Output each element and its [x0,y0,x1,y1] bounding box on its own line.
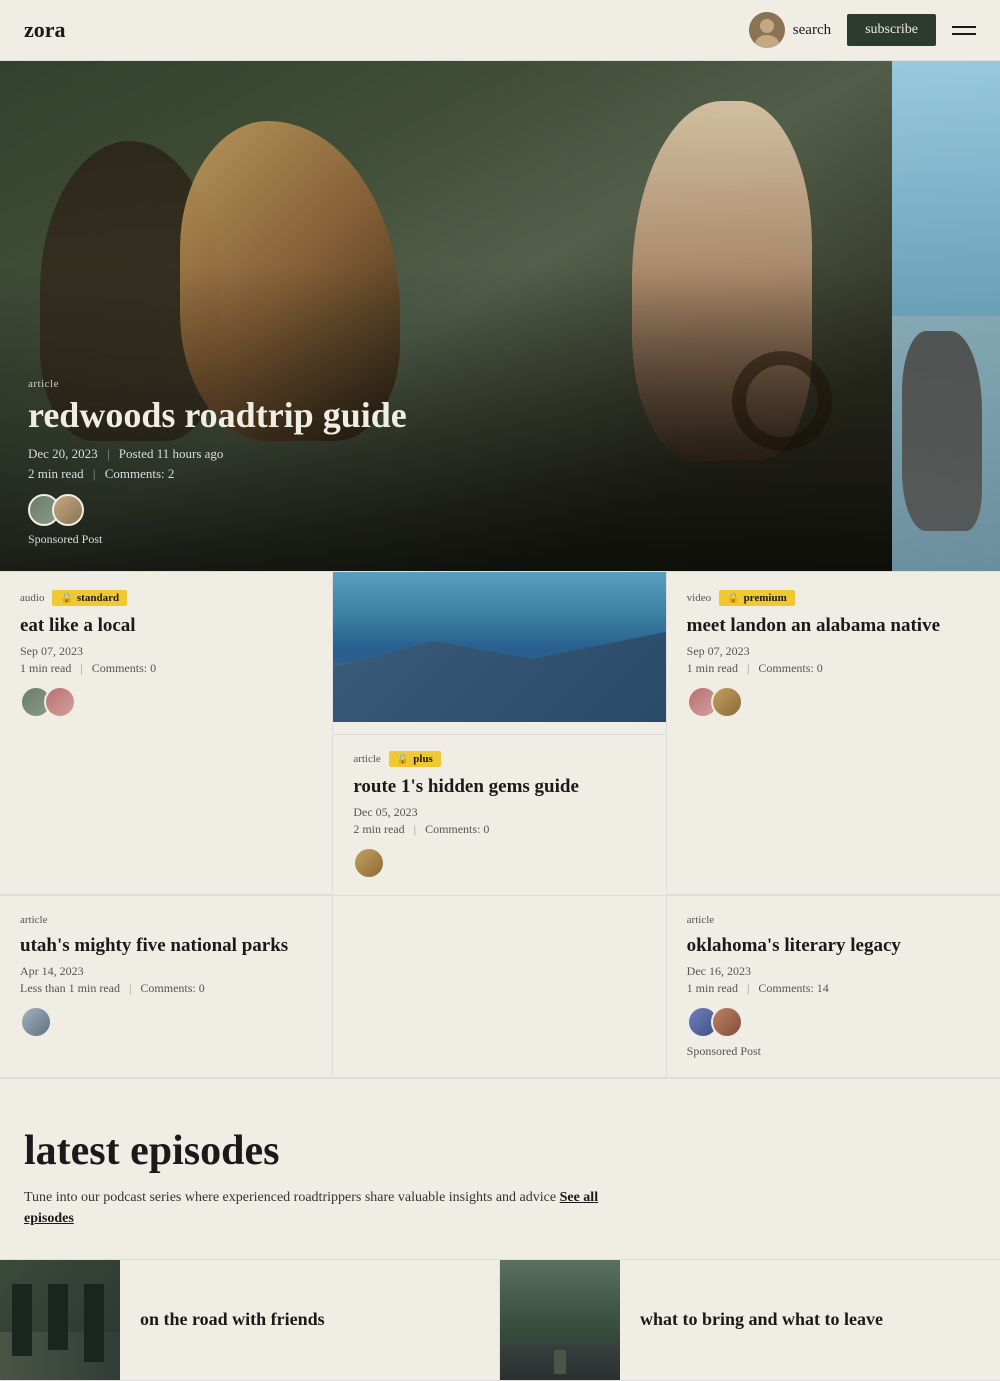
card-type: video [687,592,711,604]
card-eat-local[interactable]: audio 🔒 standard eat like a local Sep 07… [0,572,333,895]
card-tags: article [687,914,980,926]
hero-read-meta: 2 min read | Comments: 2 [28,466,864,482]
card-date: Dec 16, 2023 [687,964,980,979]
avatar [711,686,743,718]
hero-read-time: 2 min read [28,466,84,481]
card-tags: article 🔒 plus [353,751,645,767]
avatar [20,1006,52,1038]
episode-thumbnail-1 [0,1260,120,1380]
hero-title[interactable]: redwoods roadtrip guide [28,396,864,436]
card-type: article [353,753,380,765]
card-meta: 1 min read | Comments: 14 [687,981,980,996]
card-meta: 1 min read | Comments: 0 [687,661,980,676]
avatar [353,847,385,879]
cards-grid-row1: audio 🔒 standard eat like a local Sep 07… [0,571,1000,895]
hero-date-meta: Dec 20, 2023 | Posted 11 hours ago [28,446,864,462]
hero-category: article [28,378,864,390]
hero-date: Dec 20, 2023 [28,446,98,461]
card-title: meet landon an alabama native [687,614,980,638]
site-header: zora search subscribe [0,0,1000,61]
card-avatars [687,686,980,718]
logo[interactable]: zora [24,17,66,43]
card-tags: article [20,914,312,926]
card-type: article [687,914,714,926]
lock-icon: 🔒 [397,754,409,765]
header-actions: search subscribe [749,12,976,48]
card-date: Sep 07, 2023 [20,644,312,659]
card-oklahoma[interactable]: article oklahoma's literary legacy Dec 1… [667,896,1000,1078]
episodes-section: latest episodes Tune into our podcast se… [0,1078,1000,1259]
card-tags: audio 🔒 standard [20,590,312,606]
episodes-description: Tune into our podcast series where exper… [24,1187,624,1229]
hamburger-line [952,33,976,35]
card-utah[interactable]: article utah's mighty five national park… [0,896,333,1078]
avatar [52,494,84,526]
card-landon[interactable]: video 🔒 premium meet landon an alabama n… [667,572,1000,895]
episode-title-1: on the road with friends [140,1309,325,1330]
hero-section: article redwoods roadtrip guide Dec 20, … [0,61,1000,571]
card-sponsored: Sponsored Post [687,1044,980,1059]
card-tags: video 🔒 premium [687,590,980,606]
standard-badge: 🔒 standard [52,590,127,606]
hero-sponsored: Sponsored Post [28,532,864,547]
card-meta: 2 min read | Comments: 0 [353,822,645,837]
hero-side-image [892,61,1000,571]
card-middle-content[interactable]: article 🔒 plus route 1's hidden gems gui… [333,735,665,895]
episode-card-1[interactable]: on the road with friends [0,1260,500,1381]
hamburger-line [952,26,976,28]
search-link[interactable]: search [793,22,831,39]
episodes-title: latest episodes [24,1127,976,1175]
card-meta: 1 min read | Comments: 0 [20,661,312,676]
card-middle: article 🔒 plus route 1's hidden gems gui… [333,572,666,895]
episode-cards: on the road with friends what to bring a… [0,1259,1000,1381]
episode-content-2: what to bring and what to leave [620,1293,903,1346]
card-meta: Less than 1 min read | Comments: 0 [20,981,312,996]
card-title: eat like a local [20,614,312,638]
hamburger-menu[interactable] [952,26,976,35]
episode-thumbnail-2 [500,1260,620,1380]
avatar [711,1006,743,1038]
card-avatars [20,686,312,718]
card-date: Sep 07, 2023 [687,644,980,659]
episode-content-1: on the road with friends [120,1293,345,1346]
card-type: article [20,914,47,926]
card-date: Dec 05, 2023 [353,805,645,820]
subscribe-button[interactable]: subscribe [847,14,936,46]
cards-grid-row2: article utah's mighty five national park… [0,895,1000,1078]
episode-title-2: what to bring and what to leave [640,1309,883,1330]
card-avatars [20,1006,312,1038]
card-title: route 1's hidden gems guide [353,775,645,799]
card-avatars [687,1006,980,1038]
card-middle-placeholder [333,896,666,1078]
hero-comments: Comments: 2 [105,466,175,481]
card-type: audio [20,592,44,604]
hero-content: article redwoods roadtrip guide Dec 20, … [0,354,892,571]
card-title: utah's mighty five national parks [20,934,312,958]
lock-icon: 🔒 [60,593,72,604]
hero-posted: Posted 11 hours ago [119,446,224,461]
card-title: oklahoma's literary legacy [687,934,980,958]
hero-main[interactable]: article redwoods roadtrip guide Dec 20, … [0,61,892,571]
cliff-image [333,572,665,722]
card-date: Apr 14, 2023 [20,964,312,979]
avatar [44,686,76,718]
plus-badge: 🔒 plus [389,751,441,767]
episode-card-2[interactable]: what to bring and what to leave [500,1260,1000,1381]
card-avatars [353,847,645,879]
hero-avatars [28,494,864,526]
lock-icon: 🔒 [727,593,739,604]
search-group: search [749,12,831,48]
premium-badge: 🔒 premium [719,590,795,606]
card-image-section[interactable] [333,572,665,735]
user-avatar[interactable] [749,12,785,48]
